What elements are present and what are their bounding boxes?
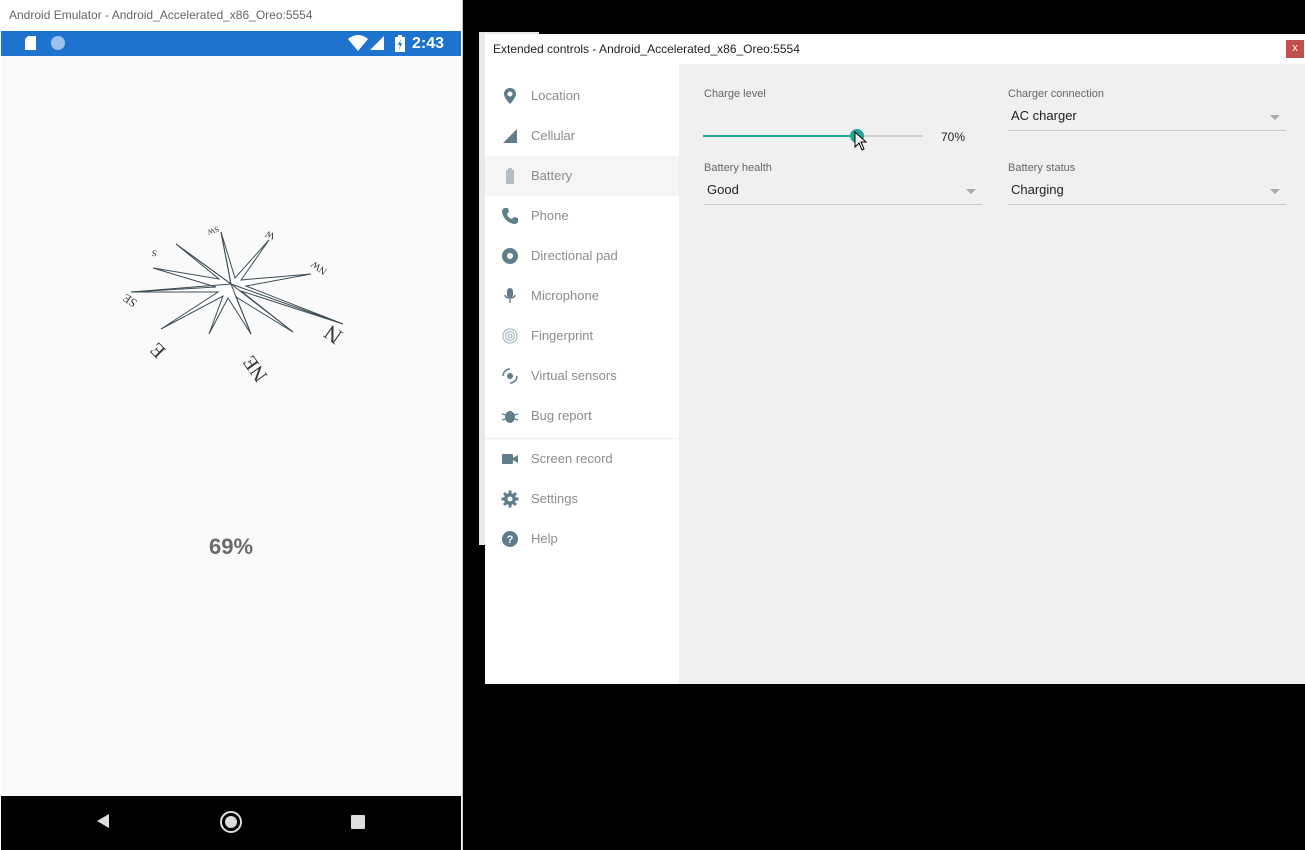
charge-level-value: 70% bbox=[941, 130, 966, 144]
compass-rose-image: SW W NW N NE E SE S bbox=[120, 224, 347, 386]
cellular-signal-icon bbox=[503, 129, 517, 143]
phone-icon bbox=[502, 208, 518, 224]
virtual-sensors-icon bbox=[502, 368, 518, 384]
sidebar-item-label: Microphone bbox=[531, 288, 599, 303]
sidebar-item-settings[interactable]: Settings bbox=[485, 479, 679, 519]
sidebar-item-phone[interactable]: Phone bbox=[485, 196, 679, 236]
sidebar-item-microphone[interactable]: Microphone bbox=[485, 276, 679, 316]
charge-level-slider[interactable] bbox=[703, 129, 923, 143]
sidebar-item-label: Directional pad bbox=[531, 248, 618, 263]
sidebar-item-screen-record[interactable]: Screen record bbox=[485, 439, 679, 479]
back-button-icon[interactable] bbox=[97, 814, 109, 828]
app-screen: SW W NW N NE E SE S 69% bbox=[1, 56, 461, 796]
sidebar-item-fingerprint[interactable]: Fingerprint bbox=[485, 316, 679, 356]
fingerprint-icon bbox=[502, 328, 518, 344]
sidebar-item-cellular[interactable]: Cellular bbox=[485, 116, 679, 156]
battery-status-dropdown[interactable]: Charging bbox=[1008, 178, 1286, 205]
chevron-down-icon bbox=[966, 189, 976, 194]
battery-status-icon bbox=[395, 35, 405, 52]
sync-icon bbox=[51, 36, 65, 50]
sd-card-icon bbox=[25, 36, 36, 50]
battery-icon bbox=[506, 168, 514, 184]
battery-health-label: Battery health bbox=[704, 162, 772, 174]
sidebar-item-help[interactable]: ? Help bbox=[485, 519, 679, 559]
sidebar-item-label: Cellular bbox=[531, 128, 576, 143]
sidebar-item-label: Settings bbox=[531, 491, 578, 506]
help-icon: ? bbox=[502, 531, 518, 547]
compass-label-ne: NE bbox=[239, 351, 272, 385]
battery-status-value: Charging bbox=[1011, 182, 1064, 197]
gear-icon bbox=[501, 490, 519, 508]
sidebar-item-bug-report[interactable]: Bug report bbox=[485, 396, 679, 436]
extended-controls-title: Extended controls - Android_Accelerated_… bbox=[485, 34, 1305, 64]
battery-health-value: Good bbox=[707, 182, 739, 197]
wifi-icon bbox=[348, 35, 368, 51]
home-button-icon[interactable] bbox=[220, 811, 242, 833]
location-pin-icon bbox=[504, 88, 516, 104]
compass-label-se: SE bbox=[120, 291, 140, 311]
compass-label-sw: SW bbox=[206, 224, 221, 237]
charger-connection-dropdown[interactable]: AC charger bbox=[1008, 104, 1286, 131]
microphone-icon bbox=[504, 288, 516, 303]
compass-label-nw: NW bbox=[309, 258, 329, 277]
sidebar-item-virtual-sensors[interactable]: Virtual sensors bbox=[485, 356, 679, 396]
battery-panel: Charge level 70% Charger connection AC c… bbox=[679, 64, 1305, 684]
dpad-icon bbox=[502, 248, 518, 264]
sidebar-item-label: Phone bbox=[531, 208, 569, 223]
compass-label-w: W bbox=[263, 227, 276, 241]
compass-label-e: E bbox=[146, 338, 170, 362]
navigation-bar bbox=[1, 796, 461, 850]
charge-level-label: Charge level bbox=[704, 88, 766, 100]
sidebar-item-label: Location bbox=[531, 88, 581, 103]
bug-icon bbox=[501, 411, 519, 423]
sidebar-item-directional-pad[interactable]: Directional pad bbox=[485, 236, 679, 276]
charger-connection-value: AC charger bbox=[1011, 108, 1077, 123]
mouse-cursor-icon bbox=[854, 131, 868, 151]
emulator-title: Android Emulator - Android_Accelerated_x… bbox=[0, 0, 462, 30]
extended-controls-sidebar: Location Cellular Battery Phone Directio… bbox=[485, 64, 679, 684]
sidebar-item-battery[interactable]: Battery bbox=[485, 156, 679, 196]
close-button[interactable]: x bbox=[1286, 40, 1304, 58]
charger-connection-label: Charger connection bbox=[1008, 88, 1105, 100]
battery-health-dropdown[interactable]: Good bbox=[704, 178, 982, 205]
status-bar: 2:43 bbox=[1, 31, 461, 56]
compass-label-s: S bbox=[151, 248, 158, 259]
charge-level-slider-fill bbox=[703, 135, 857, 137]
chevron-down-icon bbox=[1270, 189, 1280, 194]
sidebar-item-label: Screen record bbox=[531, 451, 613, 466]
sidebar-item-label: Virtual sensors bbox=[531, 368, 617, 383]
sidebar-item-label: Bug report bbox=[531, 408, 592, 423]
extended-controls-window: Extended controls - Android_Accelerated_… bbox=[485, 34, 1305, 684]
cellular-icon bbox=[370, 36, 384, 50]
emulator-window: Android Emulator - Android_Accelerated_x… bbox=[0, 0, 463, 850]
sidebar-item-label: Battery bbox=[531, 168, 573, 183]
status-clock: 2:43 bbox=[412, 35, 445, 52]
sidebar-item-location[interactable]: Location bbox=[485, 76, 679, 116]
recents-button-icon[interactable] bbox=[351, 815, 365, 829]
sidebar-item-label: Fingerprint bbox=[531, 328, 594, 343]
chevron-down-icon bbox=[1270, 115, 1280, 120]
battery-percent-display: 69% bbox=[208, 534, 254, 559]
battery-status-label: Battery status bbox=[1008, 162, 1076, 174]
svg-text:?: ? bbox=[507, 534, 514, 546]
sidebar-item-label: Help bbox=[531, 531, 558, 546]
video-camera-icon bbox=[502, 454, 518, 464]
